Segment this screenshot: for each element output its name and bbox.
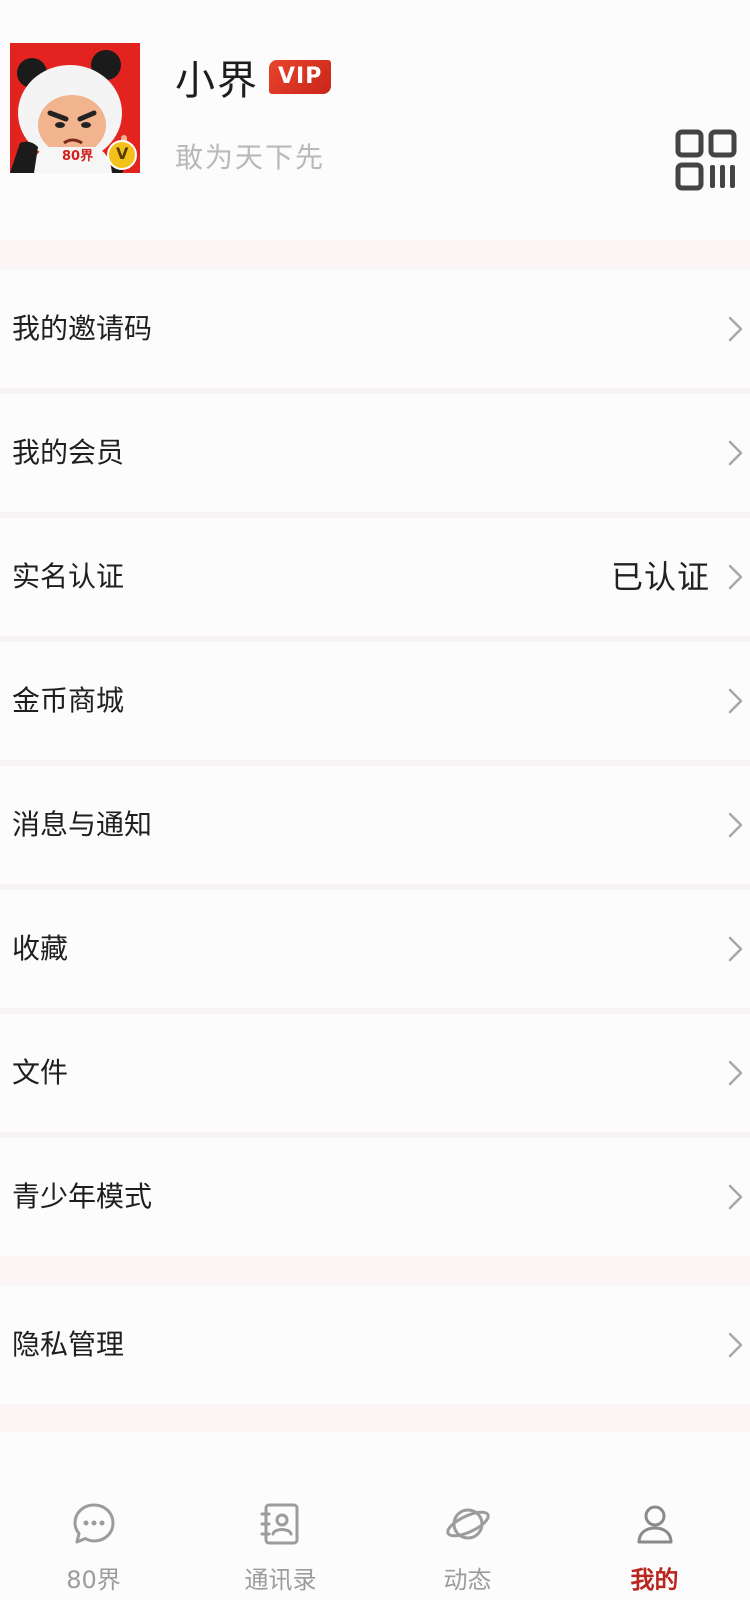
chevron-right-icon <box>728 688 743 714</box>
menu-item-notifications[interactable]: 消息与通知 <box>0 766 750 884</box>
tab-contacts[interactable]: 通讯录 <box>187 1470 374 1600</box>
menu-item-label: 我的会员 <box>12 436 125 469</box>
chat-bubble-icon <box>73 1503 114 1544</box>
menu-item-label: 我的邀请码 <box>12 312 153 345</box>
tab-80jie[interactable]: 80界 <box>0 1470 187 1600</box>
tab-label: 80界 <box>66 1566 121 1594</box>
qr-code-button[interactable] <box>675 129 737 191</box>
avatar-v-badge: V <box>116 144 129 163</box>
chevron-right-icon <box>728 1184 743 1210</box>
menu-item-label: 实名认证 <box>12 560 125 593</box>
menu-item-real-name-verification[interactable]: 实名认证 已认证 <box>0 518 750 636</box>
bottom-tab-bar: 80界 通讯录 动态 我的 <box>0 1470 750 1600</box>
verification-status: 已认证 <box>610 558 710 596</box>
qr-code-icon <box>675 129 737 191</box>
user-name: 小界 <box>175 58 259 104</box>
profile-header: 80界 V 小界 VIP 敢为天下先 <box>0 0 750 240</box>
chevron-right-icon <box>728 564 743 590</box>
avatar-brand-text: 80界 <box>62 149 94 164</box>
section-divider <box>0 1404 750 1432</box>
chevron-right-icon <box>728 1332 743 1358</box>
tab-label: 动态 <box>443 1566 492 1594</box>
chevron-right-icon <box>728 440 743 466</box>
avatar[interactable]: 80界 V <box>10 43 140 173</box>
menu-item-teen-mode[interactable]: 青少年模式 <box>0 1138 750 1256</box>
menu-item-label: 隐私管理 <box>12 1328 125 1361</box>
vip-badge[interactable]: VIP <box>269 60 332 94</box>
menu-item-invite-code[interactable]: 我的邀请码 <box>0 270 750 388</box>
tab-moments[interactable]: 动态 <box>374 1470 561 1600</box>
planet-icon <box>445 1508 490 1540</box>
section-divider <box>0 1256 750 1286</box>
tab-mine[interactable]: 我的 <box>561 1470 748 1600</box>
user-signature: 敢为天下先 <box>175 141 326 174</box>
menu-item-favorites[interactable]: 收藏 <box>0 890 750 1008</box>
menu-item-membership[interactable]: 我的会员 <box>0 394 750 512</box>
menu-item-files[interactable]: 文件 <box>0 1014 750 1132</box>
chevron-right-icon <box>728 1060 743 1086</box>
menu-item-label: 青少年模式 <box>12 1180 153 1213</box>
contacts-book-icon <box>260 1503 298 1545</box>
section-divider <box>0 240 750 270</box>
profile-page: 80界 V 小界 VIP 敢为天下先 我的邀请码 我的会员 实名认证 已认证 金… <box>0 0 750 1600</box>
tab-label: 通讯录 <box>244 1566 317 1594</box>
chevron-right-icon <box>728 316 743 342</box>
tab-label: 我的 <box>630 1566 679 1594</box>
person-icon <box>637 1505 672 1544</box>
menu-item-coin-mall[interactable]: 金币商城 <box>0 642 750 760</box>
name-row: 小界 VIP <box>175 48 332 106</box>
menu-item-label: 消息与通知 <box>12 808 153 841</box>
menu-item-privacy[interactable]: 隐私管理 <box>0 1286 750 1404</box>
menu-item-label: 文件 <box>12 1056 69 1089</box>
menu-item-label: 收藏 <box>12 932 69 965</box>
chevron-right-icon <box>728 936 743 962</box>
menu-item-label: 金币商城 <box>12 684 125 717</box>
chevron-right-icon <box>728 812 743 838</box>
